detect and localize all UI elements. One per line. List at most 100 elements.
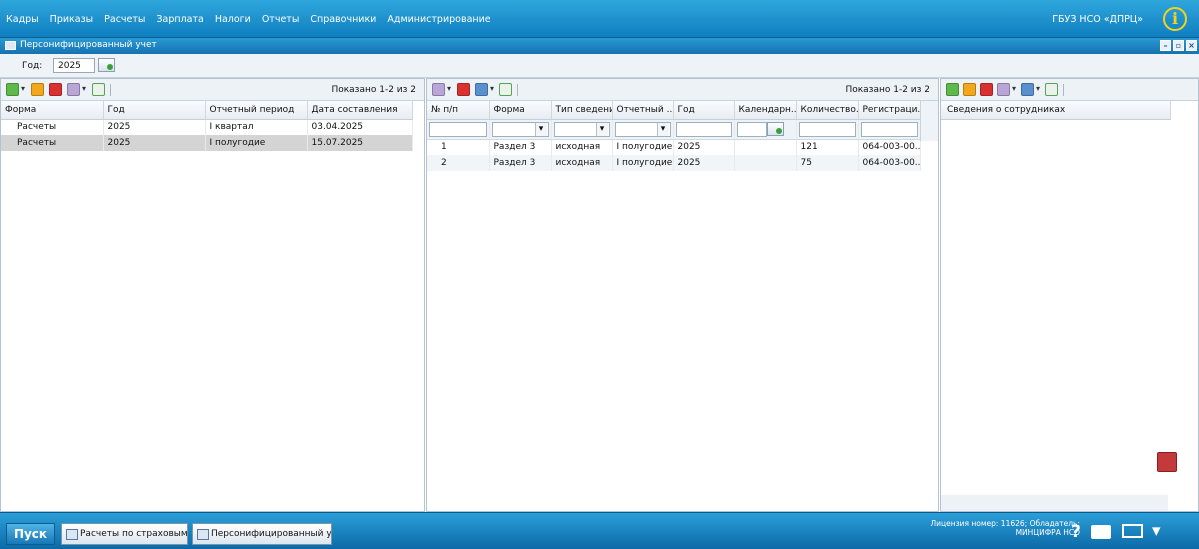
column-header-type[interactable]: Тип сведений [551,101,613,120]
menu-item-zarplata[interactable]: Зарплата [156,14,203,25]
records-count: Показано 1-2 из 2 [331,85,416,95]
horizontal-scrollbar[interactable] [941,495,1168,511]
window-title: Персонифицированный учет [20,40,157,50]
filter-row [427,119,921,140]
column-header-god[interactable]: Год [673,101,735,120]
cell-god: 2025 [673,139,735,155]
table-row[interactable]: 2 Раздел 3 исходная I полугодие 2025 75 … [427,155,921,171]
menu-item-prikazy[interactable]: Приказы [50,14,93,25]
license-line-1: Лицензия номер: 11626; Обладатель: [930,519,1080,528]
cell-forma: Раздел 3 [489,139,552,155]
taskbar: Пуск Расчеты по страховым в... Персонифи… [0,512,1199,549]
notification-icon[interactable] [1157,452,1177,472]
column-header-forma[interactable]: Форма [489,101,552,120]
filter-type-select[interactable] [553,121,610,137]
chevron-down-icon[interactable]: ▾ [1152,521,1161,541]
column-header-count[interactable]: Количество... [796,101,859,120]
column-header-period[interactable]: Отчетный ... [612,101,674,120]
cell-number: 2 [427,155,490,171]
menu-item-administrirovanie[interactable]: Администрирование [387,14,490,25]
filter-forma-select[interactable] [491,121,549,137]
delete-icon[interactable] [49,83,62,96]
task-button-personified[interactable]: Персонифицированный учет [192,523,332,545]
toolbar-separator [517,84,518,96]
filter-registration-input[interactable] [860,121,918,137]
cell-type: исходная [551,155,613,171]
year-filter-bar: Год: 2025 [0,54,1199,78]
cell-number: 1 [427,139,490,155]
sections-panel: Показано 1-2 из 2 № п/п Форма Тип сведен… [426,78,939,512]
add-icon[interactable] [946,83,959,96]
employees-table: Сведения о сотрудниках [941,101,1171,120]
forms-panel: Показано 1-2 из 2 Форма Год Отчетный пер… [0,78,425,512]
window-title-bar: Персонифицированный учет – ▫ × [0,38,1199,54]
minimize-button[interactable]: – [1160,40,1171,51]
menu-item-raschety[interactable]: Расчеты [104,14,145,25]
print-icon[interactable] [475,83,494,96]
scrollbar-track[interactable] [920,101,938,141]
column-header-calendar[interactable]: Календарн... [734,101,797,120]
toolbar-separator [1063,84,1064,96]
close-button[interactable]: × [1186,40,1197,51]
filter-cell [734,119,797,140]
cell-forma: Раздел 3 [489,155,552,171]
filter-count-input[interactable] [798,121,856,137]
cell-calendar [734,155,797,171]
menu-item-nalogi[interactable]: Налоги [215,14,251,25]
column-header-date[interactable]: Дата составления [307,101,413,120]
filter-god-input[interactable] [675,121,732,137]
task-button-raschety[interactable]: Расчеты по страховым в... [61,523,188,545]
filter-calendar-input[interactable] [736,121,767,137]
cell-god: 2025 [103,135,206,151]
delete-icon[interactable] [980,83,993,96]
cell-god: 2025 [673,155,735,171]
menu-item-spravochniki[interactable]: Справочники [310,14,376,25]
help-icon[interactable]: ? [1071,522,1081,542]
actions-icon[interactable] [67,83,86,96]
refresh-icon[interactable] [499,83,512,96]
table-row[interactable]: Расчеты 2025 I квартал 03.04.2025 [1,119,413,135]
filter-number-input[interactable] [429,121,487,137]
table-row[interactable]: 1 Раздел 3 исходная I полугодие 2025 121… [427,139,921,155]
table-row-selected[interactable]: Расчеты 2025 I полугодие 15.07.2025 [1,135,413,151]
cell-calendar [734,139,797,155]
info-icon[interactable]: i [1163,7,1187,31]
records-count: Показано 1-2 из 2 [845,85,930,95]
mail-icon[interactable] [1122,524,1143,538]
column-header-registration[interactable]: Регистраци... [858,101,921,120]
sections-table: № п/п Форма Тип сведений Отчетный ... Го… [427,101,921,171]
column-header-employees[interactable]: Сведения о сотрудниках [941,101,1171,120]
year-input[interactable]: 2025 [53,58,95,73]
column-header-number[interactable]: № п/п [427,101,490,120]
actions-icon[interactable] [997,83,1016,96]
filter-cell [796,119,859,140]
refresh-icon[interactable] [1045,83,1058,96]
cell-forma: Расчеты [1,135,104,151]
column-header-god[interactable]: Год [103,101,206,120]
calendar-icon[interactable] [766,122,784,136]
actions-icon[interactable] [432,83,451,96]
refresh-icon[interactable] [92,83,105,96]
column-header-forma[interactable]: Форма [1,101,104,120]
edit-icon[interactable] [963,83,976,96]
filter-period-select[interactable] [614,121,671,137]
camera-icon[interactable] [1091,525,1111,539]
column-header-period[interactable]: Отчетный период [205,101,308,120]
print-icon[interactable] [1021,83,1040,96]
filter-cell [612,119,674,140]
menu-item-otchety[interactable]: Отчеты [262,14,300,25]
forms-table: Форма Год Отчетный период Дата составлен… [1,101,413,151]
delete-icon[interactable] [457,83,470,96]
filter-cell [427,119,490,140]
start-button[interactable]: Пуск [6,523,55,545]
cell-date: 15.07.2025 [307,135,413,151]
filter-cell [673,119,735,140]
license-info: Лицензия номер: 11626; Обладатель: МИНЦИ… [920,519,1080,537]
add-icon[interactable] [6,83,25,96]
employees-toolbar [941,79,1198,101]
edit-icon[interactable] [31,83,44,96]
filter-cell [551,119,613,140]
menu-item-kadry[interactable]: Кадры [6,14,39,25]
restore-button[interactable]: ▫ [1173,40,1184,51]
calendar-icon[interactable] [98,58,115,72]
